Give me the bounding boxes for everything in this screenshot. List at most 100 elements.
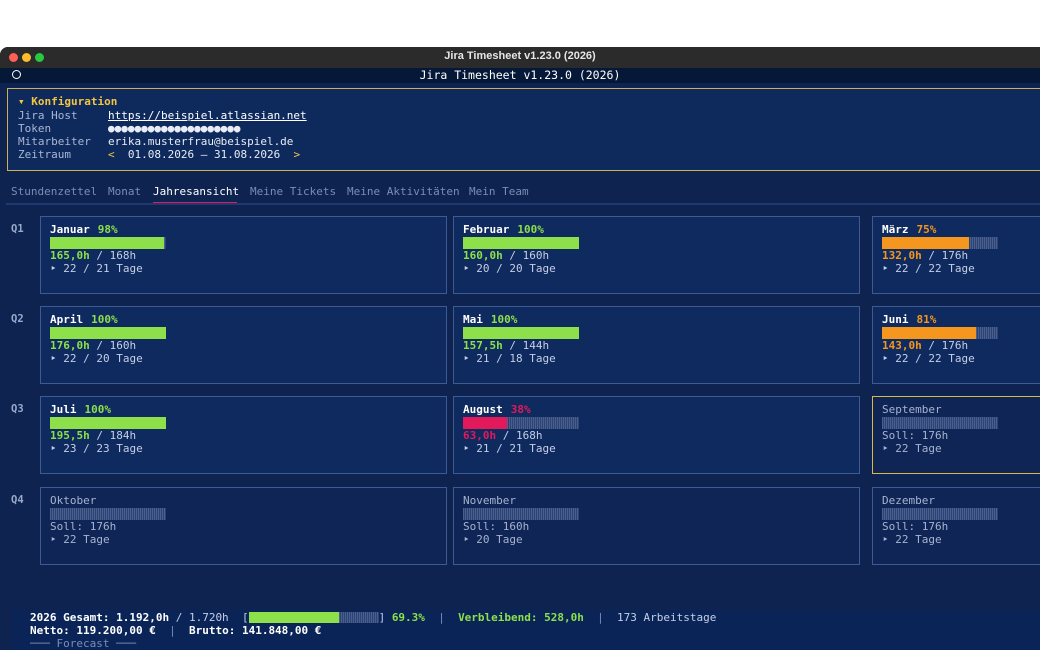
month-card-januar[interactable]: Januar 98% 165,0h / 168h ‣ 22 / 21 Tage — [40, 216, 447, 294]
hours-actual: 176,0h — [50, 339, 90, 352]
bar-open: [ — [241, 611, 249, 624]
forecast-heading: ─── Forecast ─── — [30, 637, 136, 650]
month-hours: 195,5h / 184h — [50, 429, 136, 442]
month-progress-fill — [50, 327, 166, 339]
window-titlebar: Jira Timesheet v1.23.0 (2026) — [0, 47, 1040, 69]
month-percent: 38% — [510, 403, 531, 416]
month-progress-fill — [50, 417, 166, 429]
hours-target: Soll: 176h — [882, 429, 949, 442]
month-hours: 176,0h / 160h — [50, 339, 136, 352]
month-progress-bar — [50, 327, 166, 339]
month-card-februar[interactable]: Februar 100% 160,0h / 160h ‣ 20 / 20 Tage — [453, 216, 860, 294]
year-target: / 1.720h — [175, 611, 229, 624]
quarter-label: Q1 — [11, 223, 24, 235]
month-days: ‣ 22 / 21 Tage — [50, 262, 143, 275]
hours-target: / 176h — [928, 249, 969, 262]
config-toggle[interactable]: ▾ Konfiguration — [18, 95, 117, 108]
summary-footer: 2026 Gesamt: 1.192,0h / 1.720h [] 69.3% … — [12, 610, 1040, 650]
jira-host-link[interactable]: https://beispiel.atlassian.net — [108, 109, 307, 122]
separator: | — [597, 611, 604, 624]
window-title: Jira Timesheet v1.23.0 (2026) — [444, 50, 596, 62]
month-percent: 98% — [97, 223, 118, 236]
month-title: Juli 100% — [50, 403, 111, 416]
month-name: Januar — [50, 223, 90, 236]
tab-mein-team[interactable]: Mein Team — [469, 185, 529, 198]
month-percent: 75% — [916, 223, 937, 236]
month-progress-fill — [463, 417, 508, 429]
tab-monat[interactable]: Monat — [108, 185, 141, 198]
month-hours: Soll: 176h — [50, 520, 116, 533]
tab-meine-tickets[interactable]: Meine Tickets — [250, 185, 336, 198]
year-total: 2026 Gesamt: 1.192,0h — [30, 611, 170, 624]
month-percent: 100% — [91, 313, 118, 326]
month-percent: 100% — [84, 403, 112, 416]
month-days: ‣ 22 / 20 Tage — [50, 352, 143, 365]
month-progress-bar — [463, 327, 579, 339]
month-days: ‣ 22 Tage — [882, 533, 942, 546]
month-name: Mai — [463, 313, 483, 326]
month-progress-fill — [463, 237, 579, 249]
config-row-host: Jira Host https://beispiel.atlassian.net — [18, 109, 307, 122]
hours-target: / 168h — [96, 249, 137, 262]
month-card-juli[interactable]: Juli 100% 195,5h / 184h ‣ 23 / 23 Tage — [40, 396, 447, 474]
month-hours: 160,0h / 160h — [463, 249, 549, 262]
month-name: März — [882, 223, 909, 236]
hours-actual: 160,0h — [463, 249, 503, 262]
hours-actual: 63,0h — [463, 429, 497, 442]
month-card-august[interactable]: August 38% 63,0h / 168h ‣ 21 / 21 Tage — [453, 396, 860, 474]
tab-meine-aktivitaeten[interactable]: Meine Aktivitäten — [347, 185, 460, 198]
month-name: Februar — [463, 223, 510, 236]
month-progress-bar — [50, 417, 166, 429]
brutto-value: Brutto: 141.848,00 € — [188, 624, 322, 637]
netto-value: Netto: 119.200,00 € — [30, 624, 156, 637]
hours-target: / 160h — [96, 339, 137, 352]
hours-actual: 143,0h — [882, 339, 922, 352]
token-field[interactable]: ●●●●●●●●●●●●●●●●●●●● — [108, 122, 240, 135]
month-percent: 81% — [916, 313, 937, 326]
hours-target: / 160h — [509, 249, 550, 262]
config-row-token: Token ●●●●●●●●●●●●●●●●●●●● — [18, 122, 240, 135]
hours-target: Soll: 160h — [463, 520, 530, 533]
app-title: Jira Timesheet v1.23.0 (2026) — [419, 68, 621, 82]
month-percent: 100% — [490, 313, 518, 326]
workdays-count: 173 Arbeitstage — [617, 611, 717, 624]
hours-actual: 195,5h — [50, 429, 90, 442]
month-title: Juni 81% — [882, 313, 936, 326]
month-days: ‣ 20 Tage — [463, 533, 523, 546]
month-progress-fill — [882, 237, 969, 249]
summary-line-salary: Netto: 119.200,00 € | Brutto: 141.848,00… — [30, 624, 321, 637]
month-days: ‣ 21 / 18 Tage — [463, 352, 556, 365]
month-title: April 100% — [50, 313, 118, 326]
hours-target: / 168h — [502, 429, 543, 442]
period-next-button[interactable]: > — [293, 148, 300, 161]
period-prev-button[interactable]: < — [108, 148, 115, 161]
month-progress-bar — [882, 237, 998, 249]
month-days: ‣ 21 / 21 Tage — [463, 442, 556, 455]
hours-target: Soll: 176h — [882, 520, 949, 533]
month-days: ‣ 23 / 23 Tage — [50, 442, 143, 455]
month-card-september[interactable]: September Soll: 176h ‣ 22 Tage — [872, 396, 1040, 474]
month-card-november[interactable]: November Soll: 160h ‣ 20 Tage — [453, 487, 860, 565]
separator: | — [169, 624, 176, 637]
month-name: Dezember — [882, 494, 935, 507]
month-percent: 100% — [517, 223, 544, 236]
tab-jahresansicht[interactable]: Jahresansicht — [153, 185, 239, 198]
month-days: ‣ 22 / 22 Tage — [882, 352, 975, 365]
month-name: Juni — [882, 313, 909, 326]
employee-field[interactable]: erika.musterfrau@beispiel.de — [108, 135, 293, 148]
hours-actual: 165,0h — [50, 249, 90, 262]
month-title: März 75% — [882, 223, 936, 236]
month-card-mai[interactable]: Mai 100% 157,5h / 144h ‣ 21 / 18 Tage — [453, 306, 860, 384]
month-name: April — [50, 313, 84, 326]
month-card-dezember[interactable]: Dezember Soll: 176h ‣ 22 Tage — [872, 487, 1040, 565]
year-percent: 69.3% — [391, 611, 425, 624]
hours-target: Soll: 176h — [50, 520, 117, 533]
month-card-märz[interactable]: März 75% 132,0h / 176h ‣ 22 / 22 Tage — [872, 216, 1040, 294]
month-card-april[interactable]: April 100% 176,0h / 160h ‣ 22 / 20 Tage — [40, 306, 447, 384]
month-card-juni[interactable]: Juni 81% 143,0h / 176h ‣ 22 / 22 Tage — [872, 306, 1040, 384]
month-title: Februar 100% — [463, 223, 544, 236]
month-title: Dezember — [882, 494, 935, 507]
tab-stundenzettel[interactable]: Stundenzettel — [11, 185, 97, 198]
month-card-oktober[interactable]: Oktober Soll: 176h ‣ 22 Tage — [40, 487, 447, 565]
month-name: Oktober — [50, 494, 97, 507]
